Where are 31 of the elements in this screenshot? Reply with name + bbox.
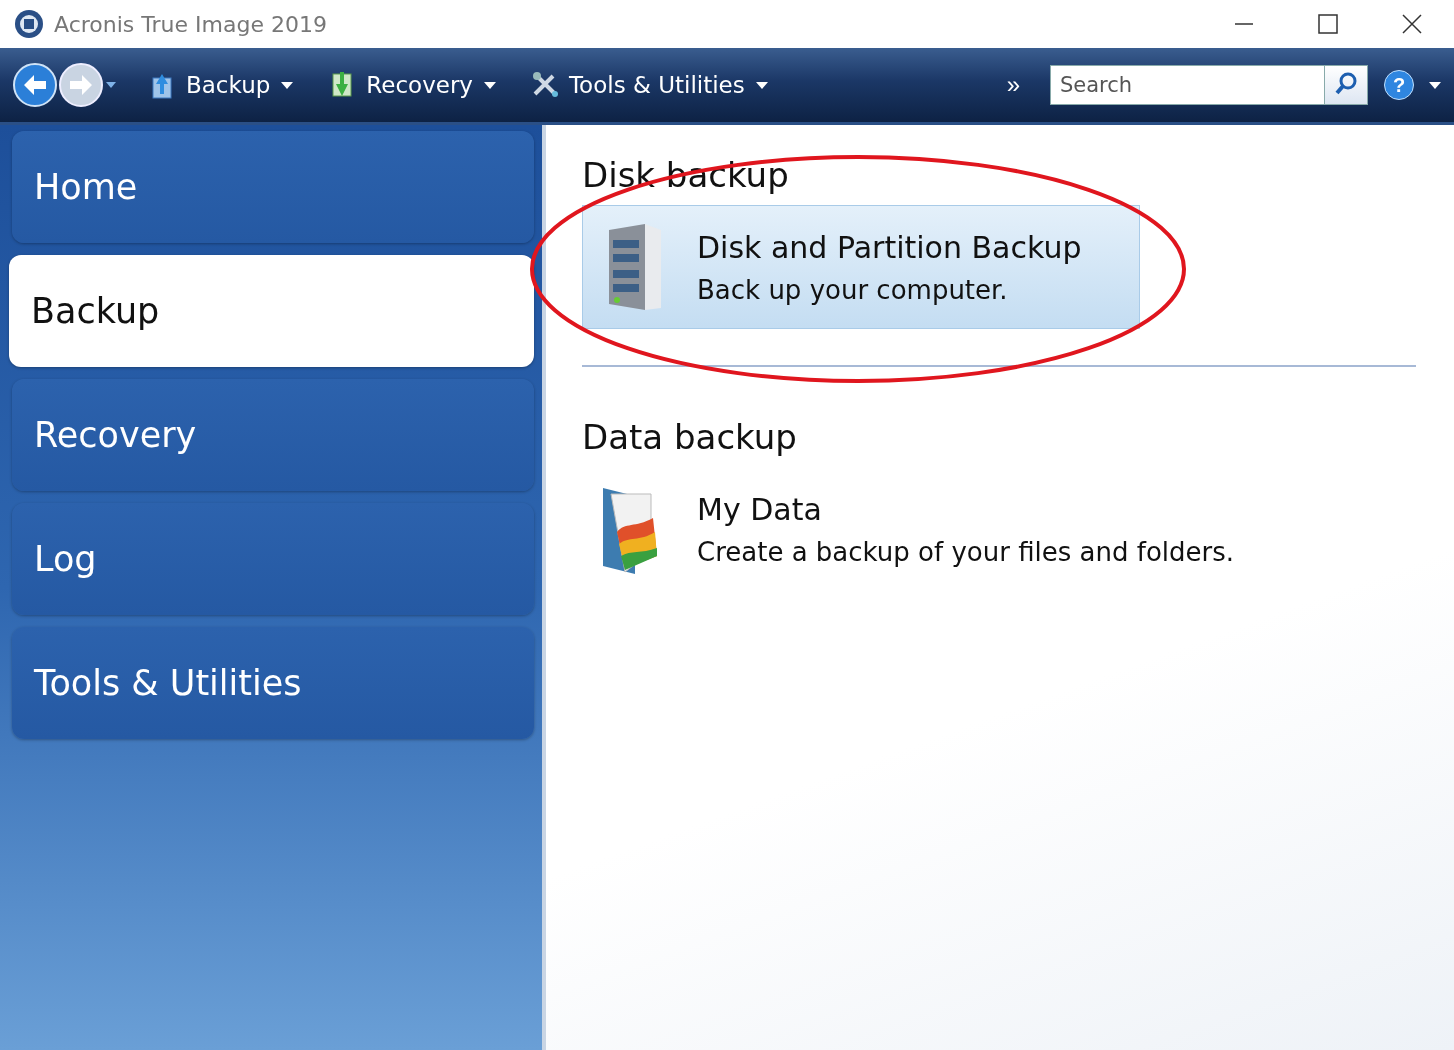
sidebar-item[interactable]: Log [12, 503, 534, 615]
dropdown-caret-icon [754, 80, 769, 90]
section-heading: Data backup [582, 417, 798, 457]
sidebar-item[interactable]: Recovery [12, 379, 534, 491]
dropdown-caret-icon [280, 80, 295, 90]
option-title: My Data [697, 491, 823, 527]
option-description: Back up your computer. [697, 274, 1009, 305]
window-title: Acronis True Image 2019 [54, 11, 328, 37]
caret-icon [1428, 80, 1442, 90]
toolbar-menu[interactable]: Backup [142, 66, 301, 104]
dropdown-caret-icon [482, 80, 497, 90]
back-button[interactable] [12, 62, 58, 108]
overflow-button[interactable]: » [1002, 71, 1024, 99]
tools-icon [530, 70, 559, 100]
search-icon [1334, 70, 1358, 97]
search-button[interactable] [1324, 65, 1368, 105]
caret-icon [104, 80, 118, 90]
backup-option[interactable]: Disk and Partition Backup Back up your computer. [582, 205, 1140, 329]
option-title: Disk and Partition Backup [697, 229, 1082, 265]
toolbar-menu[interactable]: Tools & Utilities [524, 66, 775, 104]
close-icon[interactable] [1401, 13, 1423, 35]
sidebar-item[interactable]: Backup [9, 255, 534, 367]
option-description: Create a backup of your files and folders. [697, 536, 1234, 567]
backup-option[interactable]: My Data Create a backup of your files and folders. [582, 467, 1247, 591]
forward-button[interactable] [58, 62, 104, 108]
app-logo-icon [14, 9, 44, 39]
search-field[interactable]: Search [1050, 65, 1324, 105]
sidebar-item[interactable]: Tools & Utilities [12, 627, 534, 739]
toolbar-menu[interactable]: Recovery [322, 66, 503, 104]
sidebar-item[interactable]: Home [12, 131, 534, 243]
maximize-icon[interactable] [1317, 13, 1339, 35]
